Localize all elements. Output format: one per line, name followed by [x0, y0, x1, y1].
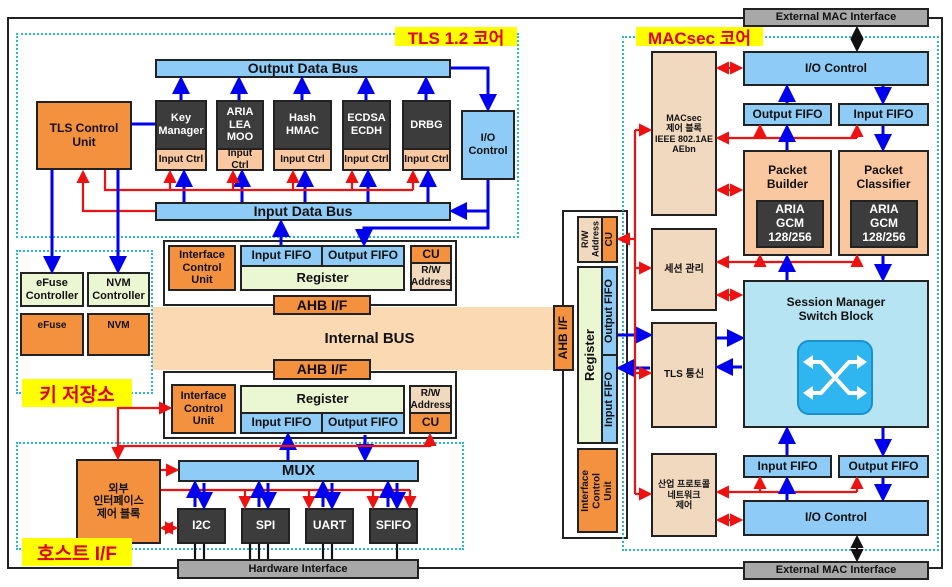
upper-register: Register — [240, 265, 405, 291]
macsec-core-label: MACsec 코어 — [636, 27, 763, 48]
right-ahb-if: AHB I/F — [553, 305, 574, 371]
efuse-controller: eFuse Controller — [20, 272, 84, 307]
macsec-output-fifo-bottom: Output FIFO — [838, 455, 929, 478]
external-mac-interface-top: External MAC Interface — [743, 8, 929, 27]
right-rw-address-label: R/W Address — [579, 221, 600, 258]
aria-gcm-builder: ARIA GCM 128/256 — [756, 200, 824, 248]
engine-input-ctrl: Input Ctrl — [342, 148, 391, 171]
efuse: eFuse — [20, 313, 84, 356]
lower-cu: CU — [409, 412, 452, 434]
lower-output-fifo: Output FIFO — [321, 412, 405, 434]
lower-ahb-if: AHB I/F — [273, 359, 371, 380]
right-output-fifo: Output FIFO — [601, 266, 618, 356]
tls-io-control: I/O Control — [461, 110, 515, 180]
right-cu-label: CU — [603, 232, 615, 247]
external-interface-control-block: 외부 인터페이스 제어 블록 — [76, 459, 161, 544]
upper-input-fifo: Input FIFO — [240, 245, 323, 267]
macsec-output-fifo-top: Output FIFO — [743, 103, 832, 126]
right-output-fifo-label: Output FIFO — [603, 278, 616, 344]
macsec-control-block: MACsec 제어 블록 IEEE 802.1AE AEbn — [651, 51, 717, 216]
hardware-interface: Hardware Interface — [177, 559, 419, 579]
tls-core-label: TLS 1.2 코어 — [395, 27, 517, 48]
nvm: NVM — [87, 313, 150, 356]
macsec-input-fifo-top: Input FIFO — [838, 103, 929, 126]
macsec-input-fifo-bottom: Input FIFO — [743, 455, 832, 478]
architecture-diagram: Internal BUS TLS 1.2 코어 Output Data Bus … — [0, 0, 952, 587]
crypto-engine: Hash HMAC — [273, 100, 332, 150]
crypto-engine: DRBG — [402, 100, 451, 150]
upper-rw-address: R/W Address — [410, 262, 452, 291]
key-store-label: 키 저장소 — [22, 379, 132, 407]
internal-bus-label: Internal BUS — [324, 329, 415, 347]
macsec-io-control-top: I/O Control — [743, 51, 929, 86]
mux: MUX — [178, 460, 419, 482]
host-port: UART — [305, 508, 354, 544]
right-rw-address: R/W Address — [577, 216, 603, 263]
macsec-io-control-bottom: I/O Control — [743, 500, 929, 536]
right-input-fifo-label: Input FIFO — [603, 371, 616, 427]
host-port: SFIFO — [369, 508, 418, 544]
lower-rw-address: R/W Address — [409, 385, 452, 414]
tls-control-unit: TLS Control Unit — [36, 101, 132, 170]
industrial-protocol-network-control: 산업 프로토콜 네트워크 제어 — [651, 453, 717, 537]
right-register-label: Register — [581, 328, 597, 382]
crypto-engine: ARIA LEA MOO — [216, 100, 264, 150]
engine-input-ctrl: Input Ctrl — [155, 148, 207, 171]
lower-register: Register — [240, 385, 405, 414]
right-ahb-if-label: AHB I/F — [555, 316, 570, 360]
upper-interface-control-unit: Interface Control Unit — [168, 245, 236, 291]
right-input-fifo: Input FIFO — [601, 354, 618, 444]
nvm-controller: NVM Controller — [87, 272, 150, 307]
output-data-bus: Output Data Bus — [155, 59, 451, 78]
tls-communication: TLS 통신 — [651, 322, 717, 428]
host-port: I2C — [177, 508, 226, 544]
input-data-bus: Input Data Bus — [155, 202, 451, 221]
engine-input-ctrl: Input Ctrl — [273, 148, 332, 171]
right-icu-label: Interface Control Unit — [580, 469, 615, 512]
upper-ahb-if: AHB I/F — [273, 295, 371, 315]
crypto-engine: ECDSA ECDH — [342, 100, 391, 150]
lower-interface-control-unit: Interface Control Unit — [171, 384, 236, 434]
upper-output-fifo: Output FIFO — [321, 245, 405, 267]
engine-input-ctrl: Input Ctrl — [216, 148, 264, 171]
right-register: Register — [577, 266, 603, 444]
crypto-engine: Key Manager — [155, 100, 207, 150]
host-port: SPI — [241, 508, 290, 544]
session-management: 세션 관리 — [651, 228, 717, 311]
host-if-label: 호스트 I/F — [22, 538, 132, 566]
switch-icon — [797, 340, 873, 415]
lower-input-fifo: Input FIFO — [240, 412, 323, 434]
aria-gcm-classifier: ARIA GCM 128/256 — [850, 200, 918, 248]
right-interface-control-unit: Interface Control Unit — [577, 448, 618, 533]
external-mac-interface-bottom: External MAC Interface — [743, 561, 929, 580]
engine-input-ctrl: Input Ctrl — [402, 148, 451, 171]
right-cu: CU — [601, 216, 618, 263]
